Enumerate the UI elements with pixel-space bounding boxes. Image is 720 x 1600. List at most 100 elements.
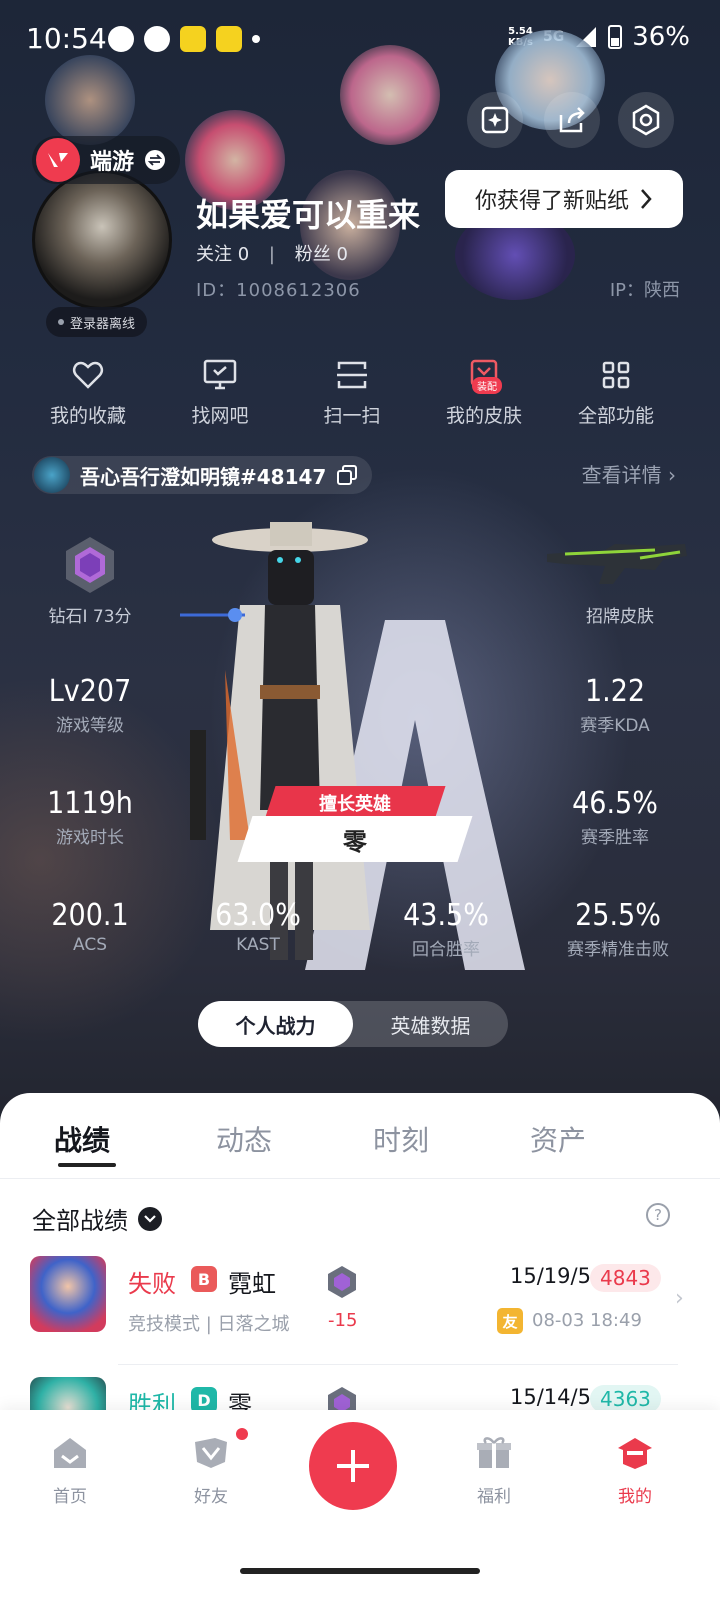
stat-winrate: 46.5% 赛季胜率 [572, 786, 658, 848]
stat-kast: 63.0% KAST [215, 898, 301, 955]
gesture-home-bar [240, 1568, 480, 1574]
agent-thumbnail [30, 1256, 106, 1332]
best-agent-name[interactable]: 零 [237, 816, 473, 862]
battery-level: 36% [632, 22, 690, 52]
stat-playtime: 1119h 游戏时长 [47, 786, 133, 848]
follow-stats: 关注 0 | 粉丝 0 [196, 240, 348, 266]
rank-point-change: -15 [328, 1310, 358, 1331]
tab-moments-feed[interactable]: 动态 [216, 1119, 272, 1159]
plus-icon [337, 1450, 369, 1482]
platform-label: 端游 [90, 150, 135, 175]
game-account-tag[interactable]: 吾心吾行澄如明镜#48147 [32, 456, 373, 494]
switch-icon [145, 150, 166, 170]
profile-icon [618, 1438, 652, 1469]
quick-action-skins[interactable]: 装配 我的皮肤 [424, 355, 544, 428]
quick-action-netcafe[interactable]: 找网吧 [160, 355, 280, 428]
match-score: 4363 [590, 1385, 661, 1413]
nav-me[interactable]: 我的 [590, 1432, 680, 1507]
diamond-rank-icon [66, 537, 114, 593]
match-mode-map: 竞技模式 | 日落之城 [128, 1314, 290, 1335]
user-id: ID：1008612306 [196, 280, 361, 301]
quick-action-favorites[interactable]: 我的收藏 [28, 355, 148, 428]
following-count[interactable]: 关注 0 [196, 244, 249, 265]
share-button[interactable] [544, 92, 600, 148]
sticker-image [340, 45, 440, 145]
status-time: 10:54 [26, 22, 107, 55]
platform-switch[interactable]: 端游 [32, 136, 181, 184]
battery-icon [608, 25, 623, 49]
signature-skin-label: 招牌皮肤 [586, 607, 654, 627]
stat-level: Lv207 游戏等级 [48, 674, 132, 736]
friends-icon [195, 1438, 227, 1468]
best-agent-tag: 擅长英雄 [264, 786, 446, 820]
sticker-edit-button[interactable] [467, 92, 523, 148]
tab-assets[interactable]: 资产 [530, 1119, 586, 1159]
friend-badge: 友 [497, 1308, 523, 1334]
records-filter[interactable]: 全部战绩 [32, 1201, 162, 1236]
ip-location: IP：陕西 [609, 280, 680, 301]
valorant-logo-icon [36, 138, 80, 182]
weapon-skin-image[interactable] [545, 540, 690, 588]
login-status: 登录器离线 [46, 307, 148, 337]
sticker-image [45, 55, 135, 145]
chevron-right-icon [641, 189, 652, 209]
stat-acs: 200.1 ACS [51, 898, 129, 955]
tab-records[interactable]: 战绩 [54, 1119, 110, 1159]
stat-headshot: 25.5% 赛季精准击败 [567, 898, 669, 960]
home-icon [54, 1438, 86, 1468]
new-sticker-tooltip[interactable]: 你获得了新贴纸 [445, 170, 683, 228]
match-score: 4843 [590, 1264, 661, 1292]
toggle-agent-data[interactable]: 英雄数据 [353, 1001, 508, 1047]
monitor-icon [203, 359, 237, 390]
match-row[interactable]: 失败 B 霓虹 竞技模式 | 日落之城 -15 15/19/5 4843 友 0… [0, 1256, 720, 1376]
fans-count[interactable]: 粉丝 0 [295, 244, 348, 265]
match-agent: 霓虹 [228, 1270, 276, 1298]
stat-kda: 1.22 赛季KDA [580, 674, 650, 736]
view-details-link[interactable]: 查看详情 › [582, 459, 676, 488]
copy-icon[interactable] [336, 464, 358, 486]
circle-icon [144, 26, 170, 52]
rank-icon [328, 1266, 356, 1298]
stats-view-toggle: 个人战力 英雄数据 [198, 1001, 508, 1047]
notification-dot [236, 1428, 248, 1440]
status-dot [58, 319, 64, 325]
profile-hero: 10:54 5.54 KB/s 5G 36% 你获得了新贴纸 [0, 0, 720, 1130]
avatar[interactable] [32, 170, 172, 310]
game-avatar [34, 457, 70, 493]
chevron-right-icon: › [668, 463, 676, 487]
nav-home[interactable]: 首页 [25, 1432, 115, 1507]
quick-action-all-functions[interactable]: 全部功能 [556, 355, 676, 428]
quick-action-scan[interactable]: 扫一扫 [292, 355, 412, 428]
match-grade: B [191, 1266, 217, 1292]
stat-round-winrate: 43.5% 回合胜率 [403, 898, 489, 960]
chevron-right-icon: › [675, 1286, 684, 1311]
match-kda: 15/19/5 [510, 1264, 591, 1288]
gift-icon [477, 1437, 511, 1468]
active-tab-indicator [58, 1163, 116, 1167]
help-icon[interactable]: ? [646, 1203, 670, 1227]
content-tabs: 战绩 动态 时刻 资产 [0, 1093, 720, 1179]
equip-badge: 装配 [472, 377, 502, 394]
divider [118, 1364, 678, 1365]
tab-highlights[interactable]: 时刻 [373, 1119, 429, 1159]
scan-icon [337, 361, 367, 389]
divider: | [268, 244, 275, 265]
heart-icon [72, 361, 104, 389]
gear-icon [632, 104, 660, 136]
nav-friends[interactable]: 好友 [166, 1432, 256, 1507]
chevron-down-icon [138, 1206, 162, 1231]
more-notifications-dot [252, 35, 260, 43]
status-notification-icons [108, 26, 260, 52]
share-icon [559, 107, 585, 133]
match-result: 失败 [128, 1270, 176, 1298]
app-notification-icon [216, 26, 242, 52]
wechat-icon [108, 26, 134, 52]
username: 如果爱可以重来 [196, 196, 421, 234]
match-time: 08-03 18:49 [532, 1310, 642, 1331]
match-kda: 15/14/5 [510, 1385, 591, 1409]
grid-icon [602, 361, 630, 389]
nav-benefits[interactable]: 福利 [449, 1432, 539, 1507]
settings-button[interactable] [618, 92, 674, 148]
create-post-button[interactable] [309, 1422, 397, 1510]
toggle-personal-power[interactable]: 个人战力 [198, 1001, 353, 1047]
